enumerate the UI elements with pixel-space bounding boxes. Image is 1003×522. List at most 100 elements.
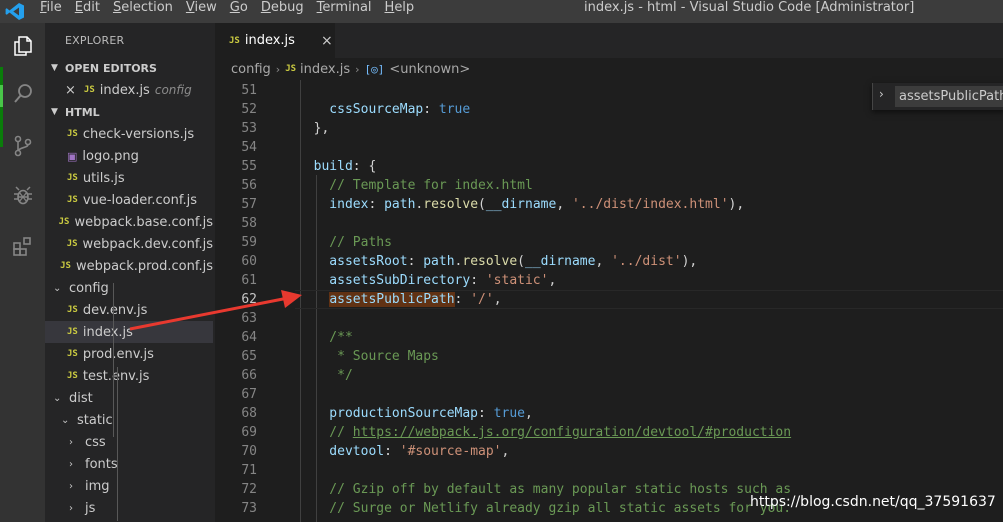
tab-close-icon[interactable]: × bbox=[321, 33, 333, 49]
open-editors-label: OPEN EDITORS bbox=[65, 61, 157, 75]
code-token: '/' bbox=[470, 292, 494, 307]
explorer-title: EXPLORER bbox=[65, 34, 125, 47]
chevron-down-icon: ▼ bbox=[51, 107, 58, 117]
line-number: 53 bbox=[241, 121, 257, 136]
code-token: '../dist' bbox=[611, 254, 682, 269]
tree-item-img[interactable]: › img bbox=[45, 475, 213, 497]
menu-item-selection[interactable]: Selection bbox=[113, 0, 179, 23]
menu-item-edit[interactable]: Edit bbox=[75, 0, 106, 23]
tree-item-logo-png[interactable]: ▣ logo.png bbox=[45, 145, 213, 167]
code-text: // Paths bbox=[298, 233, 392, 252]
code-line: 53 }, bbox=[215, 119, 1003, 138]
code-text: // Surge or Netlify already gzip all sta… bbox=[298, 499, 791, 518]
tree-item-label: webpack.base.conf.js bbox=[74, 214, 213, 230]
line-number: 64 bbox=[241, 330, 257, 345]
tree-item-prod-env-js[interactable]: JS prod.env.js bbox=[45, 343, 213, 365]
search-icon bbox=[13, 84, 32, 103]
js-file-icon: JS bbox=[67, 129, 78, 139]
menu-item-terminal[interactable]: Terminal bbox=[317, 0, 378, 23]
tree-item-js[interactable]: › js bbox=[45, 497, 213, 519]
code-editor[interactable]: 51 52 cssSourceMap: true 53 }, 54 55 build: … bbox=[215, 80, 1003, 522]
tree-item-label: js bbox=[85, 500, 96, 516]
code-token: path bbox=[384, 197, 416, 212]
tree-item-test-env-js[interactable]: JStest.env.js bbox=[45, 365, 213, 387]
line-number: 60 bbox=[241, 254, 257, 269]
open-editor-item[interactable]: × JS index.js config bbox=[45, 79, 213, 101]
debug-icon bbox=[13, 186, 32, 205]
extensions-activity-button[interactable] bbox=[0, 223, 45, 269]
code-line: 61 assetsSubDirectory: 'static', bbox=[215, 271, 1003, 290]
line-number: 58 bbox=[241, 216, 257, 231]
debug-activity-button[interactable] bbox=[0, 173, 45, 219]
tree-item-vue-loader-conf-js[interactable]: JS vue-loader.conf.js bbox=[45, 189, 213, 211]
search-activity-button[interactable] bbox=[0, 71, 45, 117]
tree-item-static[interactable]: ⌄ static bbox=[45, 409, 213, 431]
menu-item-debug[interactable]: Debug bbox=[261, 0, 310, 23]
toggle-replace-chevron-icon[interactable]: › bbox=[879, 87, 884, 101]
line-number: 72 bbox=[241, 482, 257, 497]
code-token: cssSourceMap bbox=[298, 102, 424, 117]
tree-item-dist[interactable]: ⌄ dist bbox=[45, 387, 213, 409]
menu-item-go[interactable]: Go bbox=[230, 0, 254, 23]
menu-item-file[interactable]: File bbox=[40, 0, 68, 23]
project-header[interactable]: ▼ HTML bbox=[45, 101, 215, 123]
line-number: 70 bbox=[241, 444, 257, 459]
menu-item-help[interactable]: Help bbox=[385, 0, 421, 23]
code-token: ), bbox=[681, 254, 698, 269]
chevron-right-icon: › bbox=[69, 480, 73, 492]
find-input[interactable]: assetsPublicPath bbox=[895, 86, 1003, 107]
tree-item-webpack-dev-conf-js[interactable]: JS webpack.dev.conf.js bbox=[45, 233, 213, 255]
code-text: build: { bbox=[298, 157, 377, 176]
code-text: cssSourceMap: true bbox=[298, 100, 470, 119]
code-text: devtool: '#source-map', bbox=[298, 442, 509, 461]
code-token: true bbox=[438, 102, 471, 117]
line-number: 67 bbox=[241, 387, 257, 402]
files-icon bbox=[13, 36, 32, 56]
code-line: 69 // https://webpack.js.org/configurati… bbox=[215, 423, 1003, 442]
code-token: ( bbox=[517, 254, 525, 269]
tree-item-fonts[interactable]: › fonts bbox=[45, 453, 213, 475]
tree-item-utils-js[interactable]: JS utils.js bbox=[45, 167, 213, 189]
code-token: * Source Maps bbox=[298, 349, 439, 364]
code-token: // bbox=[298, 425, 353, 440]
chevron-down-icon: ⌄ bbox=[53, 392, 62, 404]
tree-item-label: webpack.prod.conf.js bbox=[75, 258, 213, 274]
code-token: assetsSubDirectory bbox=[298, 273, 471, 288]
source-control-activity-button[interactable] bbox=[0, 123, 45, 169]
tree-item-webpack-base-conf-js[interactable]: JS webpack.base.conf.js bbox=[45, 211, 213, 233]
window-title: index.js - html - Visual Studio Code [Ad… bbox=[584, 0, 915, 15]
tree-item-dev-env-js[interactable]: JS dev.env.js bbox=[45, 299, 213, 321]
chevron-down-icon: ⌄ bbox=[53, 282, 62, 294]
tree-item-css[interactable]: › css bbox=[45, 431, 213, 453]
chevron-down-icon: ⌄ bbox=[61, 414, 70, 426]
tree-item-label: dev.env.js bbox=[82, 302, 148, 318]
code-token: index bbox=[298, 197, 369, 212]
close-icon[interactable]: × bbox=[65, 83, 76, 98]
tab-index-js[interactable]: JS index.js × bbox=[215, 23, 335, 58]
chevron-down-icon: ▼ bbox=[51, 63, 58, 73]
code-line: 64 /** bbox=[215, 328, 1003, 347]
tree-item-label: config bbox=[69, 280, 109, 296]
code-token: true bbox=[493, 406, 525, 421]
code-line: 57 index: path.resolve(__dirname, '../di… bbox=[215, 195, 1003, 214]
tree-item-label: webpack.dev.conf.js bbox=[82, 236, 213, 252]
image-file-icon: ▣ bbox=[67, 149, 78, 163]
tree-item-check-versions-js[interactable]: JS check-versions.js bbox=[45, 123, 213, 145]
code-line: 66 */ bbox=[215, 366, 1003, 385]
code-token: path bbox=[423, 254, 455, 269]
menu-item-view[interactable]: View bbox=[186, 0, 223, 23]
code-token: , bbox=[524, 406, 533, 421]
tree-item-config[interactable]: ⌄ config bbox=[45, 277, 213, 299]
js-file-icon: JS bbox=[67, 349, 78, 359]
breadcrumb-folder[interactable]: config bbox=[231, 62, 271, 77]
tree-item-index-js[interactable]: JS index.js bbox=[45, 321, 213, 343]
open-editors-header[interactable]: ▼ OPEN EDITORS bbox=[45, 57, 215, 79]
explorer-activity-button[interactable] bbox=[0, 23, 45, 69]
code-token: : bbox=[407, 254, 424, 269]
breadcrumb-symbol[interactable]: <unknown> bbox=[389, 62, 470, 77]
code-text: assetsSubDirectory: 'static', bbox=[298, 271, 556, 290]
tree-item-webpack-prod-conf-js[interactable]: JS webpack.prod.conf.js bbox=[45, 255, 213, 277]
line-number: 55 bbox=[241, 159, 257, 174]
breadcrumb-file[interactable]: index.js bbox=[300, 62, 350, 77]
